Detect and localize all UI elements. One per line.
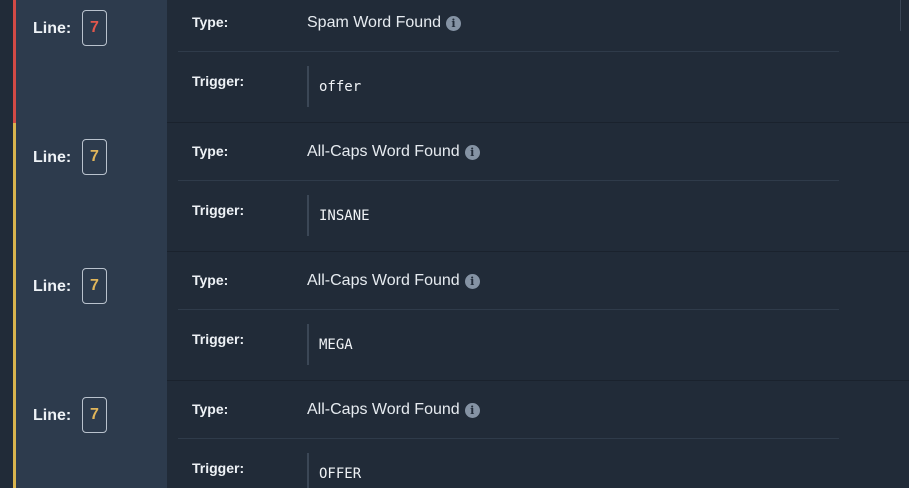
- line-label: Line:: [33, 278, 72, 295]
- line-indicator-caps: Line: 7: [13, 123, 167, 252]
- line-number-badge[interactable]: 7: [82, 397, 107, 433]
- issue-details: Type: Spam Word Found i Trigger: offer: [167, 0, 839, 123]
- trigger-label: Trigger:: [192, 331, 245, 347]
- type-value: All-Caps Word Found i: [307, 401, 480, 419]
- info-icon[interactable]: i: [464, 402, 480, 418]
- info-icon[interactable]: i: [464, 144, 480, 160]
- type-label: Type:: [192, 14, 229, 30]
- info-icon[interactable]: i: [446, 15, 461, 31]
- type-row: Type: All-Caps Word Found i: [178, 252, 839, 310]
- issue-entry: Line: 7 Type: All-Caps Word Found i Trig…: [0, 252, 909, 381]
- type-text: All-Caps Word Found: [307, 143, 460, 160]
- trigger-value: INSANE: [307, 195, 370, 236]
- info-icon[interactable]: i: [464, 273, 480, 289]
- trigger-value: MEGA: [307, 324, 353, 365]
- line-label: Line:: [33, 20, 72, 37]
- trigger-value: offer: [307, 66, 361, 107]
- trigger-row: Trigger: OFFER: [178, 439, 839, 488]
- type-value: All-Caps Word Found i: [307, 143, 480, 161]
- type-value: Spam Word Found i: [307, 14, 461, 32]
- trigger-row: Trigger: INSANE: [178, 181, 839, 252]
- type-text: All-Caps Word Found: [307, 401, 460, 418]
- trigger-row: Trigger: MEGA: [178, 310, 839, 381]
- gutter: [0, 381, 13, 488]
- trigger-row: Trigger: offer: [178, 52, 839, 123]
- line-indicator-caps: Line: 7: [13, 381, 167, 488]
- type-row: Type: All-Caps Word Found i: [178, 381, 839, 439]
- issue-entry: Line: 7 Type: All-Caps Word Found i Trig…: [0, 123, 909, 252]
- type-row: Type: All-Caps Word Found i: [178, 123, 839, 181]
- type-text: All-Caps Word Found: [307, 272, 460, 289]
- issue-entry: Line: 7 Type: All-Caps Word Found i Trig…: [0, 381, 909, 488]
- issue-entry: Line: 7 Type: Spam Word Found i Trigger:…: [0, 0, 909, 123]
- issue-list: Line: 7 Type: Spam Word Found i Trigger:…: [0, 0, 909, 488]
- type-label: Type:: [192, 272, 229, 288]
- gutter: [0, 123, 13, 252]
- line-label: Line:: [33, 149, 72, 166]
- issue-details: Type: All-Caps Word Found i Trigger: INS…: [167, 123, 839, 252]
- issue-details: Type: All-Caps Word Found i Trigger: OFF…: [167, 381, 839, 488]
- type-row: Type: Spam Word Found i: [178, 0, 839, 52]
- trigger-label: Trigger:: [192, 202, 245, 218]
- type-label: Type:: [192, 143, 229, 159]
- type-text: Spam Word Found: [307, 14, 441, 31]
- gutter: [0, 0, 13, 123]
- gutter: [0, 252, 13, 381]
- trigger-label: Trigger:: [192, 73, 245, 89]
- scrollbar[interactable]: [900, 0, 901, 31]
- line-number-badge[interactable]: 7: [82, 139, 107, 175]
- line-indicator-caps: Line: 7: [13, 252, 167, 381]
- line-indicator-spam: Line: 7: [13, 0, 167, 123]
- trigger-label: Trigger:: [192, 460, 245, 476]
- type-label: Type:: [192, 401, 229, 417]
- line-label: Line:: [33, 407, 72, 424]
- trigger-value: OFFER: [307, 453, 361, 488]
- line-number-badge[interactable]: 7: [82, 268, 107, 304]
- issue-details: Type: All-Caps Word Found i Trigger: MEG…: [167, 252, 839, 381]
- line-number-badge[interactable]: 7: [82, 10, 107, 46]
- type-value: All-Caps Word Found i: [307, 272, 480, 290]
